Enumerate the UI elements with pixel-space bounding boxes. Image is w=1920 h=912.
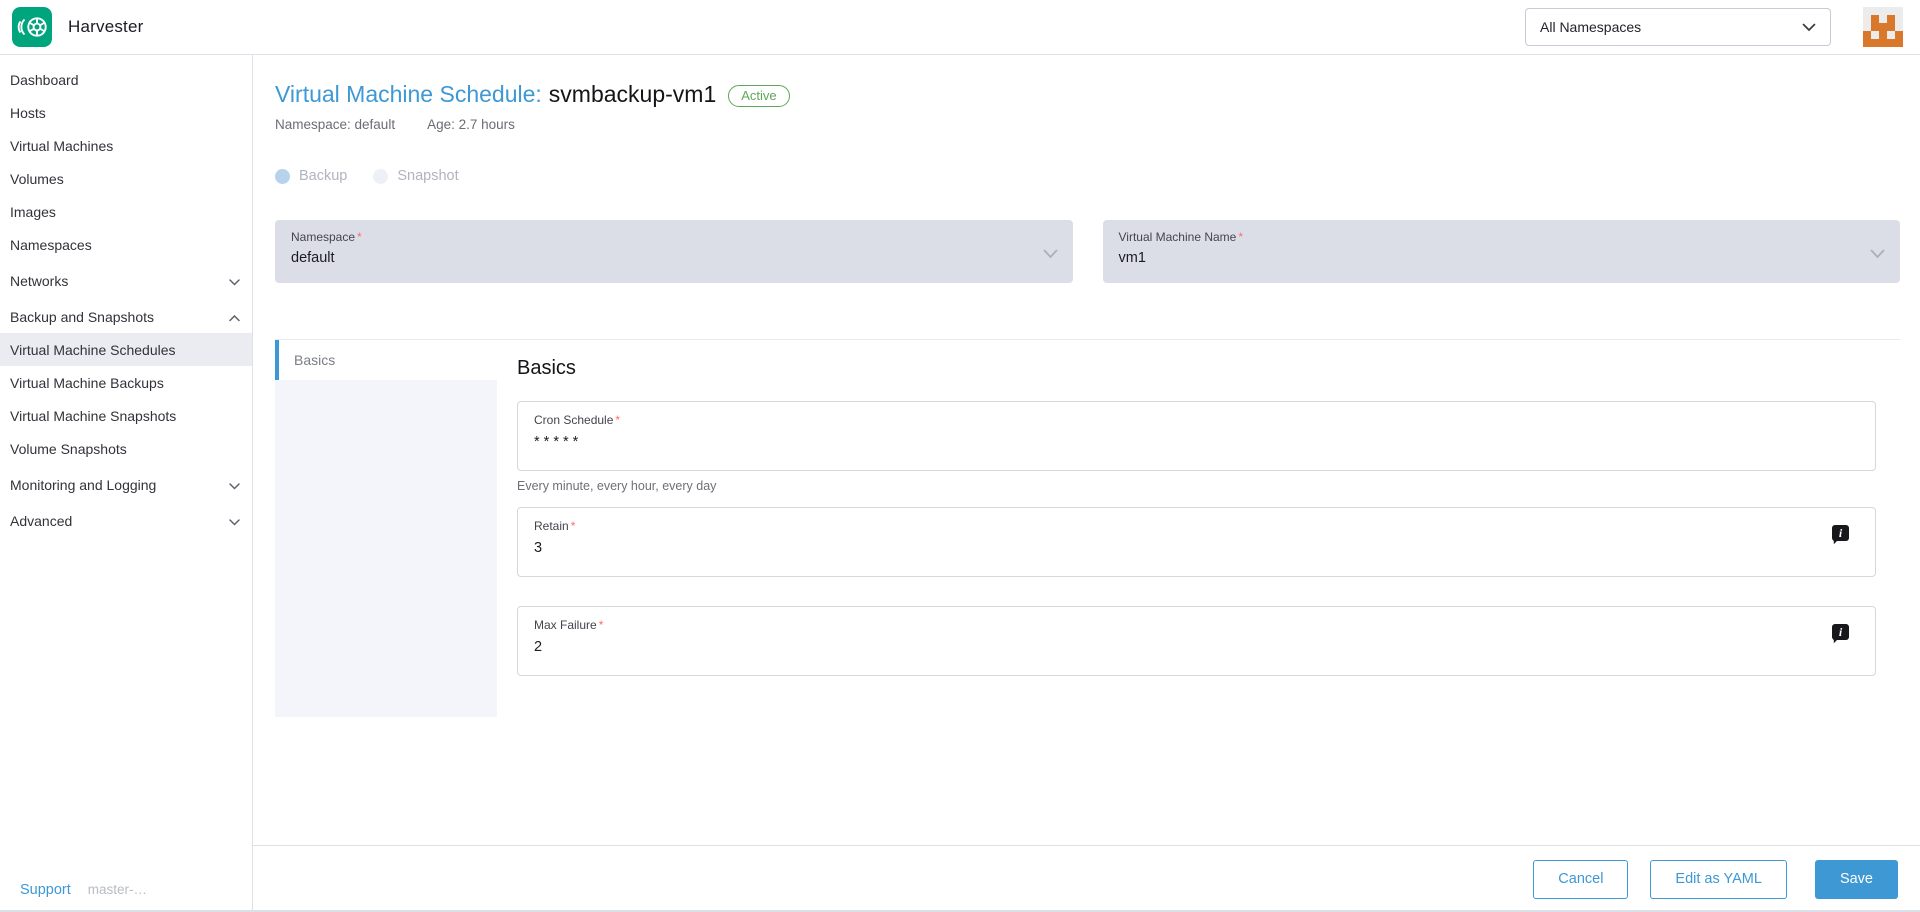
- meta-namespace: Namespace: default: [275, 117, 395, 132]
- info-tooltip-icon[interactable]: i: [1832, 624, 1849, 640]
- cron-schedule-value[interactable]: * * * * *: [534, 434, 1859, 450]
- sidebar-group-networks[interactable]: Networks: [0, 264, 252, 297]
- chevron-up-icon: [229, 309, 240, 325]
- namespace-select: Namespace* default: [275, 220, 1073, 283]
- radio-snapshot: Snapshot: [373, 168, 458, 184]
- retain-value[interactable]: 3: [534, 540, 1859, 556]
- version-label: master-…: [88, 882, 147, 897]
- meta-age: Age: 2.7 hours: [427, 117, 515, 132]
- namespace-select-value: default: [291, 250, 1057, 266]
- max-failure-value[interactable]: 2: [534, 639, 1859, 655]
- tab-panel-basics: Basics Cron Schedule* * * * * * Every mi…: [497, 340, 1900, 717]
- max-failure-field[interactable]: Max Failure* 2 i: [517, 606, 1876, 676]
- cron-schedule-helper: Every minute, every hour, every day: [517, 479, 1876, 493]
- harvester-logo-icon[interactable]: [12, 7, 52, 47]
- virtual-machine-name-select-value: vm1: [1119, 250, 1885, 266]
- virtual-machine-name-select: Virtual Machine Name* vm1: [1103, 220, 1901, 283]
- sidebar-item-virtual-machine-backups[interactable]: Virtual Machine Backups: [0, 366, 252, 399]
- chevron-down-icon: [229, 273, 240, 289]
- sidebar-item-volumes[interactable]: Volumes: [0, 162, 252, 195]
- chevron-down-icon: [229, 477, 240, 493]
- resource-type-link[interactable]: Virtual Machine Schedule:: [275, 81, 542, 108]
- required-marker: *: [599, 618, 604, 632]
- resource-name: svmbackup-vm1: [549, 81, 716, 108]
- section-title: Basics: [517, 357, 1876, 380]
- sidebar-group-advanced[interactable]: Advanced: [0, 504, 252, 537]
- save-button[interactable]: Save: [1815, 860, 1898, 899]
- sidebar-item-virtual-machine-schedules[interactable]: Virtual Machine Schedules: [0, 333, 252, 366]
- info-tooltip-icon[interactable]: i: [1832, 525, 1849, 541]
- app-window: Harvester All Namespaces Dashboard Hosts…: [0, 0, 1920, 912]
- resource-meta: Namespace: default Age: 2.7 hours: [275, 117, 1900, 132]
- page-title: Virtual Machine Schedule: svmbackup-vm1 …: [275, 81, 1900, 108]
- sidebar-item-virtual-machine-snapshots[interactable]: Virtual Machine Snapshots: [0, 399, 252, 432]
- chevron-down-icon: [1870, 246, 1885, 264]
- sidebar-group-backup-and-snapshots[interactable]: Backup and Snapshots: [0, 300, 252, 333]
- tab-basics[interactable]: Basics: [275, 340, 497, 380]
- cancel-button[interactable]: Cancel: [1533, 860, 1628, 899]
- namespace-filter-select[interactable]: All Namespaces: [1525, 8, 1831, 46]
- retain-field[interactable]: Retain* 3 i: [517, 507, 1876, 577]
- radio-backup: Backup: [275, 168, 347, 184]
- radio-selected-icon: [275, 169, 290, 184]
- chevron-down-icon: [1043, 246, 1058, 264]
- sidebar-item-namespaces[interactable]: Namespaces: [0, 228, 252, 261]
- sidebar-item-virtual-machines[interactable]: Virtual Machines: [0, 129, 252, 162]
- sidebar-footer: Support master-…: [20, 882, 147, 898]
- sidebar-item-volume-snapshots[interactable]: Volume Snapshots: [0, 432, 252, 465]
- radio-unselected-icon: [373, 169, 388, 184]
- app-header: Harvester All Namespaces: [0, 0, 1920, 55]
- user-avatar[interactable]: [1863, 7, 1903, 47]
- sidebar-item-hosts[interactable]: Hosts: [0, 96, 252, 129]
- main-content: Virtual Machine Schedule: svmbackup-vm1 …: [253, 55, 1920, 912]
- action-bar: Cancel Edit as YAML Save: [253, 845, 1920, 912]
- schedule-type-radio-group: Backup Snapshot: [275, 168, 1900, 184]
- required-marker: *: [357, 230, 362, 244]
- sidebar-item-images[interactable]: Images: [0, 195, 252, 228]
- namespace-filter-value: All Namespaces: [1540, 19, 1802, 35]
- required-marker: *: [571, 519, 576, 533]
- status-badge: Active: [728, 85, 789, 107]
- tab-strip: Basics: [275, 340, 497, 717]
- app-title: Harvester: [68, 17, 144, 37]
- required-marker: *: [615, 413, 620, 427]
- chevron-down-icon: [229, 513, 240, 529]
- sidebar: Dashboard Hosts Virtual Machines Volumes…: [0, 55, 253, 912]
- required-marker: *: [1238, 230, 1243, 244]
- sidebar-item-dashboard[interactable]: Dashboard: [0, 63, 252, 96]
- sidebar-group-monitoring-and-logging[interactable]: Monitoring and Logging: [0, 468, 252, 501]
- support-link[interactable]: Support: [20, 882, 71, 898]
- chevron-down-icon: [1802, 19, 1816, 35]
- cron-schedule-field[interactable]: Cron Schedule* * * * * *: [517, 401, 1876, 471]
- form-card: Basics Basics Cron Schedule* * * * * * E…: [275, 339, 1900, 717]
- edit-as-yaml-button[interactable]: Edit as YAML: [1650, 860, 1787, 899]
